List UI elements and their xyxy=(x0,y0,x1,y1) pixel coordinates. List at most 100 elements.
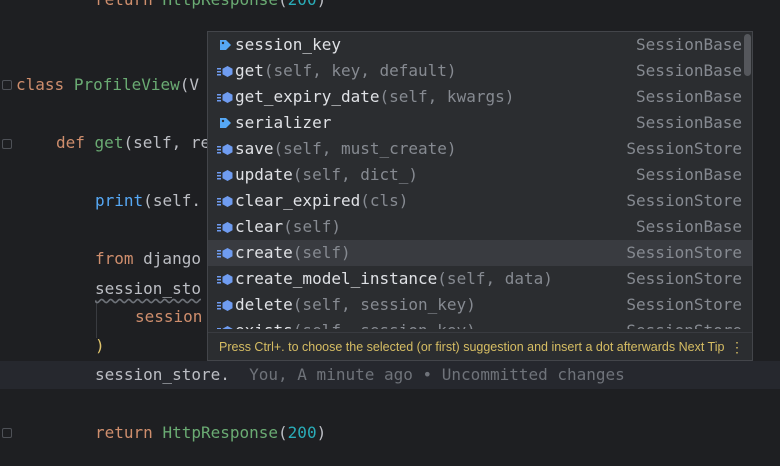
code-text: django xyxy=(133,249,201,268)
completion-item[interactable]: exists(self, session_key) SessionStore xyxy=(208,318,752,329)
number: 200 xyxy=(288,0,317,9)
completion-item-name: serializer xyxy=(235,110,331,136)
method-icon xyxy=(216,188,234,214)
completion-item[interactable]: save(self, must_create) SessionStore xyxy=(208,136,752,162)
keyword: from xyxy=(95,249,134,268)
completion-item-label: clear_expired xyxy=(235,191,361,210)
completion-list[interactable]: session_key SessionBase get(self, key, def… xyxy=(208,32,752,329)
completion-item-type: SessionBase xyxy=(636,113,742,132)
code-text: , re xyxy=(171,133,211,152)
code-line-from[interactable]: from django xyxy=(95,246,201,272)
code-line-paren-close[interactable]: ) xyxy=(95,333,105,359)
completion-item-type: SessionStore xyxy=(626,243,742,262)
completion-item-label: clear xyxy=(235,217,284,236)
current-code-text: session_store. xyxy=(95,365,230,384)
completion-item-name: get_expiry_date(self, kwargs) xyxy=(235,84,514,110)
method-icon xyxy=(216,266,234,292)
call-name: HttpResponse xyxy=(162,0,278,9)
method-icon xyxy=(216,318,234,329)
completion-item[interactable]: create_model_instance(self, data) Session… xyxy=(208,266,752,292)
vertical-dots-icon[interactable]: ⋮ xyxy=(730,333,744,360)
code-line-print[interactable]: print(self. xyxy=(95,188,201,214)
completion-item-name: session_key xyxy=(235,32,341,58)
completion-item-type: SessionStore xyxy=(626,269,742,288)
completion-item[interactable]: serializer SessionBase xyxy=(208,110,752,136)
completion-item-name: delete(self, session_key) xyxy=(235,292,476,318)
inline-blame-hint: You, A minute ago • Uncommitted changes xyxy=(249,365,625,384)
paren: ( xyxy=(123,133,134,152)
completion-scrollbar[interactable] xyxy=(744,34,751,76)
paren: ) xyxy=(316,423,327,442)
completion-item-type: SessionBase xyxy=(636,87,742,106)
completion-item-args: (self) xyxy=(292,243,351,262)
method-icon xyxy=(216,136,234,162)
completion-item-name: create_model_instance(self, data) xyxy=(235,266,553,292)
keyword: def xyxy=(56,133,85,152)
code-line-class[interactable]: class ProfileView(V xyxy=(16,72,199,98)
completion-item[interactable]: delete(self, session_key) SessionStore xyxy=(208,292,752,318)
completion-item-args: (self, key, default) xyxy=(263,61,457,80)
completion-item[interactable]: get_expiry_date(self, kwargs) SessionBase xyxy=(208,84,752,110)
completion-item[interactable]: clear_expired(cls) SessionStore xyxy=(208,188,752,214)
completion-popup[interactable]: session_key SessionBase get(self, key, def… xyxy=(207,31,753,361)
code-line-current[interactable]: session_store. You, A minute ago • Uncom… xyxy=(95,362,625,388)
keyword: class xyxy=(16,75,65,94)
completion-item-label: delete xyxy=(235,295,293,314)
completion-item-type: SessionStore xyxy=(626,295,742,314)
completion-item[interactable]: clear(self) SessionBase xyxy=(208,214,752,240)
completion-item[interactable]: update(self, dict_) SessionBase xyxy=(208,162,752,188)
completion-item-args: (self, session_key) xyxy=(293,321,476,329)
completion-item-args: (self) xyxy=(283,217,341,236)
completion-item-args: (self, must_create) xyxy=(273,139,457,158)
class-name: ProfileView xyxy=(73,75,180,94)
completion-footer: Press Ctrl+. to choose the selected (or … xyxy=(208,332,752,360)
completion-item-type: SessionBase xyxy=(636,35,742,54)
completion-item-args: (self, dict_) xyxy=(292,165,419,184)
code-line-return-top[interactable]: return HttpResponse(200) xyxy=(95,0,326,13)
completion-item-label: save xyxy=(235,139,274,158)
editor-gutter xyxy=(0,0,8,466)
completion-item-label: create xyxy=(235,243,293,262)
completion-item-name: clear_expired(cls) xyxy=(235,188,408,214)
completion-item-name: get(self, key, default) xyxy=(235,58,457,84)
completion-item-label: session_key xyxy=(235,35,341,54)
completion-item-name: save(self, must_create) xyxy=(235,136,457,162)
code-line-session-inner[interactable]: session xyxy=(135,304,202,330)
function-name: get xyxy=(94,133,124,152)
fold-class-icon[interactable] xyxy=(2,80,12,90)
paren: ( xyxy=(278,423,288,442)
method-icon xyxy=(216,58,234,84)
completion-item-label: serializer xyxy=(235,113,332,132)
completion-item-type: SessionStore xyxy=(626,139,742,158)
completion-item-name: clear(self) xyxy=(235,214,341,240)
completion-item[interactable]: session_key SessionBase xyxy=(208,32,752,58)
completion-item[interactable]: get(self, key, default) SessionBase xyxy=(208,58,752,84)
keyword: return xyxy=(95,423,153,442)
completion-item-args: (self, session_key) xyxy=(292,295,476,314)
code-line-def[interactable]: def get(self, re xyxy=(56,130,210,156)
completion-item-label: update xyxy=(235,165,293,184)
completion-item-name: exists(self, session_key) xyxy=(235,318,476,329)
completion-tip-text[interactable]: Press Ctrl+. to choose the selected (or … xyxy=(219,333,724,360)
completion-item-label: get xyxy=(235,61,264,80)
self-param: self xyxy=(133,133,172,152)
method-icon xyxy=(216,84,234,110)
self-ref: self xyxy=(152,191,192,210)
completion-item-type: SessionStore xyxy=(626,191,742,210)
code-line-return-bottom[interactable]: return HttpResponse(200) xyxy=(95,420,326,446)
call-name: HttpResponse xyxy=(162,423,279,442)
fold-end-icon[interactable] xyxy=(2,428,12,438)
method-icon xyxy=(216,240,234,266)
completion-item[interactable]: create(self) SessionStore xyxy=(208,240,752,266)
completion-item-type: SessionBase xyxy=(636,217,742,236)
fold-def-icon[interactable] xyxy=(2,139,12,149)
completion-item-name: create(self) xyxy=(235,240,351,266)
code-text: (V xyxy=(179,75,200,94)
completion-item-label: get_expiry_date xyxy=(235,87,380,106)
completion-item-type: SessionBase xyxy=(636,165,742,184)
code-line-session-sto[interactable]: session_sto xyxy=(95,276,201,302)
method-icon xyxy=(216,214,234,240)
code-text: . xyxy=(191,191,201,210)
method-icon xyxy=(216,162,234,188)
completion-item-args: (cls) xyxy=(360,191,409,210)
